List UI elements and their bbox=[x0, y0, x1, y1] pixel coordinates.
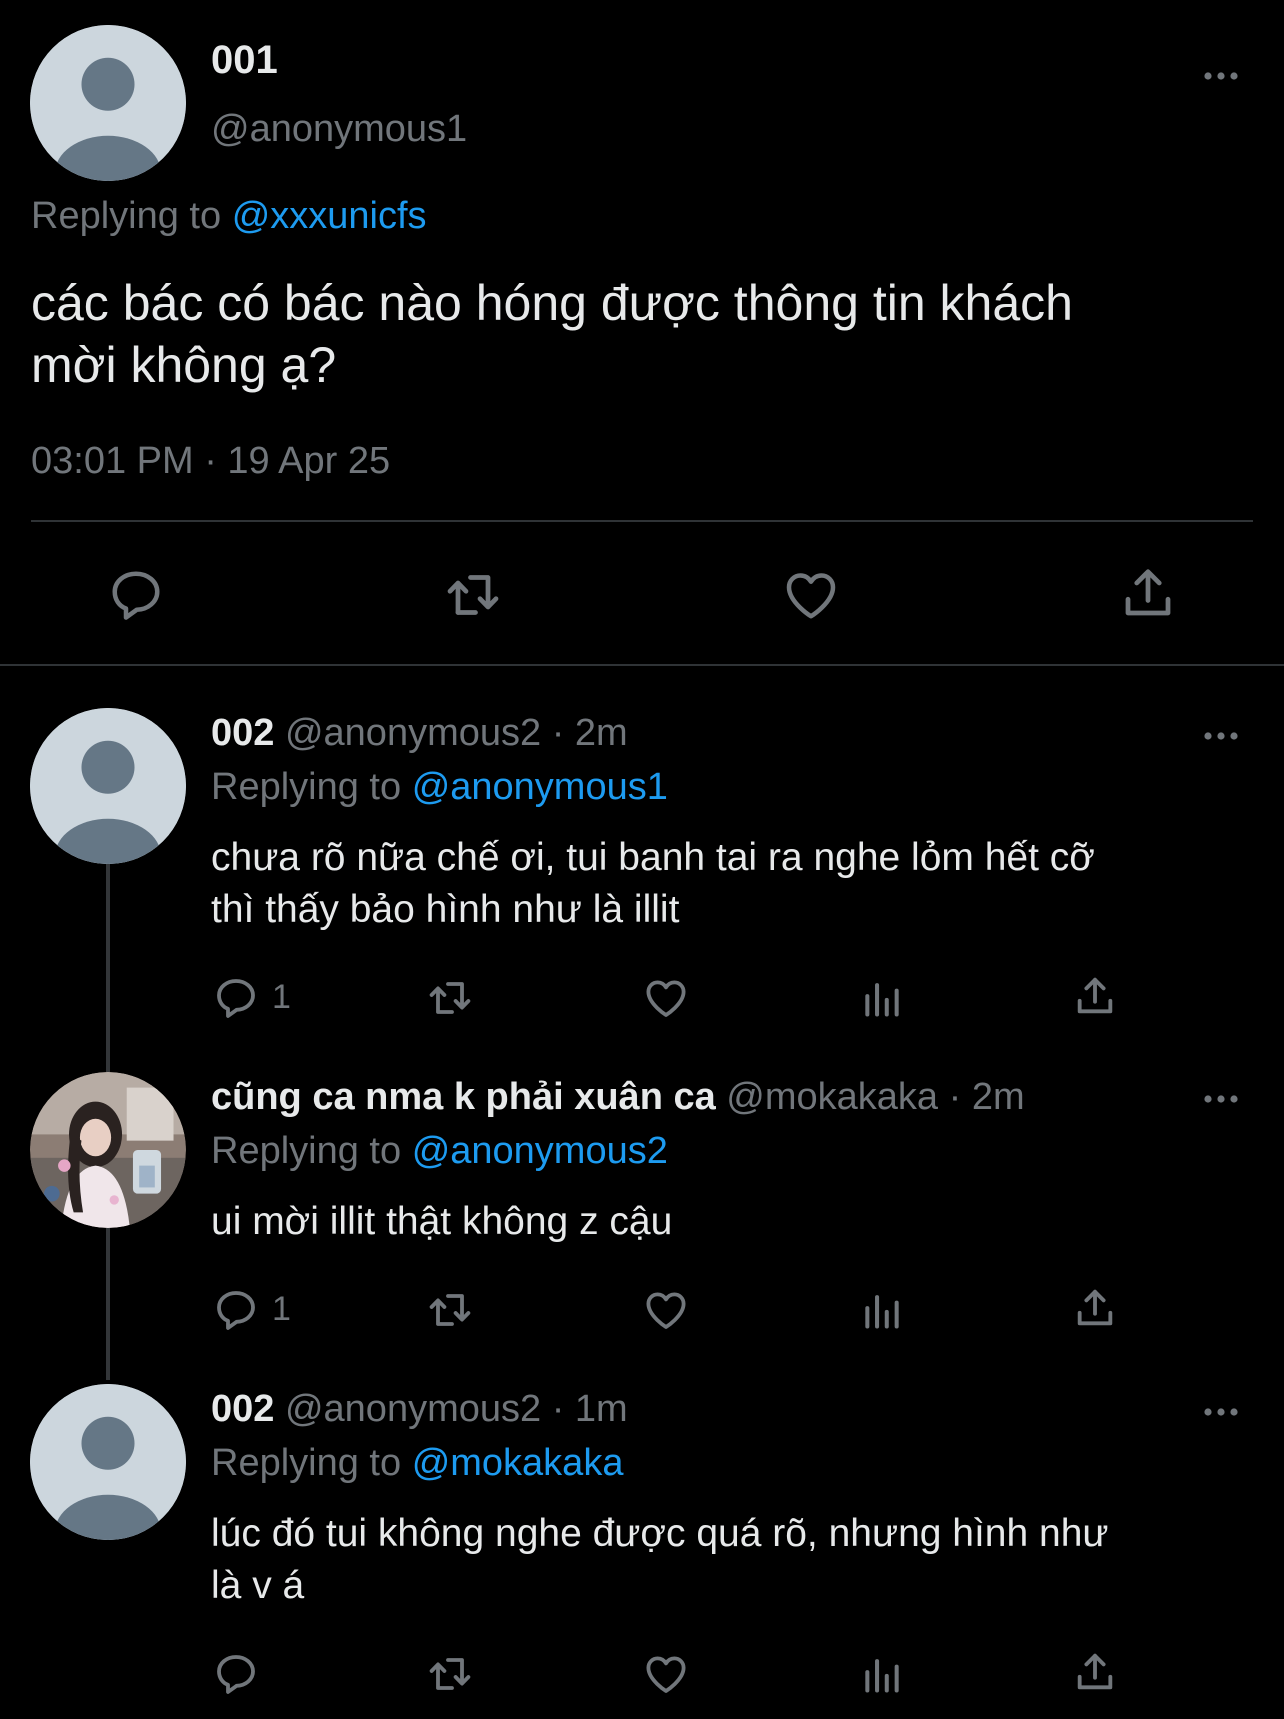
handle[interactable]: @mokakaka · 2m bbox=[726, 1076, 1024, 1118]
share-icon[interactable] bbox=[1072, 972, 1118, 1020]
replying-prefix: Replying to bbox=[211, 766, 402, 808]
tweet-text-line: thì thấy bảo hình như là illit bbox=[211, 888, 680, 931]
avatar[interactable] bbox=[30, 1384, 186, 1540]
handle[interactable]: @anonymous2 · 1m bbox=[285, 1388, 628, 1430]
display-name[interactable]: 002 bbox=[211, 712, 274, 754]
timestamp: 03:01 PM · 19 Apr 25 bbox=[31, 440, 391, 482]
share-icon[interactable] bbox=[1118, 562, 1178, 624]
reply-icon[interactable] bbox=[106, 565, 166, 625]
views-icon[interactable] bbox=[860, 1286, 904, 1334]
more-icon[interactable] bbox=[1201, 1079, 1241, 1119]
replying-to: Replying to @xxxunicfs bbox=[31, 195, 427, 238]
replying-to: Replying to @anonymous2 bbox=[211, 1130, 668, 1173]
divider bbox=[31, 520, 1253, 522]
thread-line bbox=[106, 1226, 110, 1380]
like-icon[interactable] bbox=[642, 974, 690, 1022]
reply-count: 1 bbox=[272, 978, 291, 1016]
reply-header: 002 @anonymous2 · 1m bbox=[211, 1388, 628, 1431]
retweet-icon[interactable] bbox=[424, 1650, 476, 1698]
reply-icon[interactable] bbox=[212, 1286, 260, 1334]
replying-handle-link[interactable]: @mokakaka bbox=[412, 1442, 624, 1484]
divider bbox=[0, 664, 1284, 666]
replying-to: Replying to @mokakaka bbox=[211, 1442, 623, 1485]
replying-prefix: Replying to bbox=[31, 195, 222, 237]
tweet-text-line: mời không ạ? bbox=[31, 337, 337, 393]
tweet-text: chưa rõ nữa chế ơi, tui banh tai ra nghe… bbox=[211, 832, 1095, 936]
reply-header: 002 @anonymous2 · 2m bbox=[211, 712, 628, 755]
replying-handle-link[interactable]: @xxxunicfs bbox=[232, 195, 427, 237]
share-icon[interactable] bbox=[1072, 1284, 1118, 1332]
share-icon[interactable] bbox=[1072, 1648, 1118, 1696]
like-icon[interactable] bbox=[642, 1286, 690, 1334]
reply-count: 1 bbox=[272, 1290, 291, 1328]
more-icon[interactable] bbox=[1201, 56, 1241, 96]
tweet-text-line: lúc đó tui không nghe được quá rõ, nhưng… bbox=[211, 1512, 1109, 1555]
replying-handle-link[interactable]: @anonymous2 bbox=[412, 1130, 668, 1172]
replying-to: Replying to @anonymous1 bbox=[211, 766, 668, 809]
tweet-text-line: là v á bbox=[211, 1564, 305, 1607]
thread-line bbox=[106, 862, 110, 1072]
display-name[interactable]: 002 bbox=[211, 1388, 274, 1430]
retweet-icon[interactable] bbox=[424, 1286, 476, 1334]
reply-icon[interactable] bbox=[212, 1650, 260, 1698]
replying-handle-link[interactable]: @anonymous1 bbox=[412, 766, 668, 808]
avatar[interactable] bbox=[30, 708, 186, 864]
display-name[interactable]: 001 bbox=[211, 38, 278, 83]
tweet-text: lúc đó tui không nghe được quá rõ, nhưng… bbox=[211, 1508, 1109, 1612]
handle[interactable]: @anonymous1 bbox=[211, 108, 467, 151]
like-icon[interactable] bbox=[642, 1650, 690, 1698]
tweet-text: các bác có bác nào hóng được thông tin k… bbox=[31, 272, 1073, 396]
display-name[interactable]: cũng ca nma k phải xuân ca bbox=[211, 1076, 716, 1118]
tweet-text-line: các bác có bác nào hóng được thông tin k… bbox=[31, 275, 1073, 331]
replying-prefix: Replying to bbox=[211, 1442, 402, 1484]
tweet-text: ui mời illit thật không z cậu bbox=[211, 1196, 672, 1248]
reply-icon[interactable] bbox=[212, 974, 260, 1022]
replying-prefix: Replying to bbox=[211, 1130, 402, 1172]
tweet-text-line: ui mời illit thật không z cậu bbox=[211, 1200, 673, 1243]
views-icon[interactable] bbox=[860, 974, 904, 1022]
avatar[interactable] bbox=[30, 1072, 186, 1228]
more-icon[interactable] bbox=[1201, 716, 1241, 756]
more-icon[interactable] bbox=[1201, 1392, 1241, 1432]
like-icon[interactable] bbox=[780, 565, 842, 625]
tweet-text-line: chưa rõ nữa chế ơi, tui banh tai ra nghe… bbox=[211, 836, 1095, 879]
retweet-icon[interactable] bbox=[440, 565, 506, 625]
views-icon[interactable] bbox=[860, 1650, 904, 1698]
handle[interactable]: @anonymous2 · 2m bbox=[285, 712, 628, 754]
reply-header: cũng ca nma k phải xuân ca @mokakaka · 2… bbox=[211, 1076, 1025, 1119]
retweet-icon[interactable] bbox=[424, 974, 476, 1022]
avatar[interactable] bbox=[30, 25, 186, 181]
